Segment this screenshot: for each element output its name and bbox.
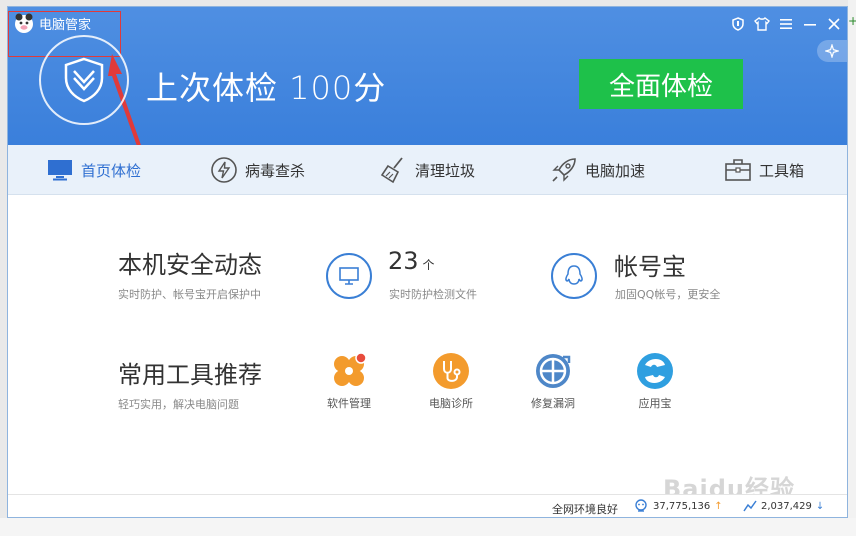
repair-icon: [536, 354, 571, 388]
online-users-stat: 37,775,136 ↑: [633, 499, 723, 513]
protection-count: 2,037,429: [761, 500, 812, 512]
nav-tab-home-check[interactable]: 首页体检: [46, 145, 141, 195]
nav-tab-virus-scan[interactable]: 病毒查杀: [210, 145, 305, 195]
account-protect-button[interactable]: [551, 253, 597, 299]
security-section-title: 本机安全动态: [118, 251, 262, 279]
feature-sparkle-button[interactable]: [817, 40, 847, 62]
background-window-edge-text: +: [848, 14, 856, 28]
tool-label: 电脑诊所: [429, 397, 473, 410]
shield-logo-icon: [64, 57, 104, 103]
main-nav-bar: 首页体检 病毒查杀 清理垃圾 电脑加速 工具箱: [8, 145, 847, 195]
tool-app-store[interactable]: 应用宝: [620, 351, 690, 411]
tools-section-subtitle: 轻巧实用，解决电脑问题: [118, 398, 239, 411]
nav-tab-clean-junk[interactable]: 清理垃圾: [380, 145, 475, 195]
qq-penguin-icon: [565, 265, 583, 285]
account-protect-title: 帐号宝: [614, 253, 686, 281]
background-window-right: [848, 0, 856, 536]
nav-tab-label: 电脑加速: [585, 161, 646, 180]
titlebar-controls: [729, 15, 843, 33]
trend-icon: [743, 500, 757, 512]
protection-stat: 2,037,429 ↓: [743, 499, 824, 513]
monitor-count: 23 个: [388, 247, 435, 275]
arrow-up-icon: ↑: [714, 500, 723, 512]
network-status-text: 全网环境良好: [552, 503, 618, 516]
security-shield-badge: [39, 35, 129, 125]
monitor-count-unit: 个: [422, 258, 435, 272]
monitor-outline-icon: [339, 267, 359, 285]
tool-repair-vulnerability[interactable]: 修复漏洞: [518, 351, 588, 411]
broom-icon: [380, 156, 408, 184]
rocket-icon: [550, 156, 578, 184]
tencent-pc-manager-window: 电脑管家 上次体检 100分 全面体检 首页体检 病毒查杀 清理垃圾 电脑加速 …: [7, 6, 848, 518]
minimize-icon: [804, 24, 816, 26]
tool-label: 软件管理: [327, 397, 371, 410]
online-users-count: 37,775,136: [653, 500, 711, 512]
arrow-down-icon: ↓: [815, 500, 825, 512]
header-panel: 电脑管家 上次体检 100分 全面体检: [8, 7, 847, 149]
monitor-count-value: 23: [388, 247, 419, 275]
toolbox-icon: [724, 156, 752, 184]
account-protect-subtitle: 加固QQ帐号，更安全: [615, 288, 721, 301]
tool-software-manager[interactable]: 软件管理: [314, 351, 384, 411]
close-icon: [828, 18, 840, 30]
nav-tab-speed-up[interactable]: 电脑加速: [550, 145, 645, 195]
full-check-button[interactable]: 全面体检: [579, 59, 743, 109]
monitor-subtitle: 实时防护检测文件: [389, 288, 477, 301]
tool-label: 应用宝: [638, 397, 672, 410]
monitor-icon: [46, 156, 74, 184]
status-bar: 全网环境良好 37,775,136 ↑ 2,037,429 ↓: [8, 494, 847, 517]
shield-icon: [732, 17, 744, 31]
realtime-monitor-button[interactable]: [326, 253, 372, 299]
nav-tab-label: 工具箱: [759, 161, 805, 180]
stethoscope-icon: [433, 353, 469, 389]
nav-tab-label: 病毒查杀: [245, 161, 306, 180]
app-store-icon: [637, 353, 673, 389]
close-button[interactable]: [825, 15, 843, 33]
nav-tab-toolbox[interactable]: 工具箱: [724, 145, 804, 195]
skin-button[interactable]: [753, 15, 771, 33]
sparkle-icon: [825, 44, 839, 58]
shield-settings-button[interactable]: [729, 15, 747, 33]
tools-section-title: 常用工具推荐: [118, 361, 262, 389]
menu-icon: [780, 19, 792, 29]
shirt-icon: [754, 17, 770, 31]
minimize-button[interactable]: [801, 15, 819, 33]
nav-tab-label: 清理垃圾: [415, 161, 476, 180]
software-manager-icon: [334, 352, 367, 386]
tool-label: 修复漏洞: [531, 397, 575, 410]
last-check-score: 上次体检 100分: [146, 69, 387, 107]
menu-button[interactable]: [777, 15, 795, 33]
background-window-bottom: [0, 518, 856, 536]
users-icon: [635, 499, 647, 512]
tool-pc-clinic[interactable]: 电脑诊所: [416, 351, 486, 411]
lightning-icon: [210, 156, 238, 184]
nav-tab-label: 首页体检: [81, 161, 142, 180]
security-section-subtitle: 实时防护、帐号宝开启保护中: [118, 288, 261, 301]
